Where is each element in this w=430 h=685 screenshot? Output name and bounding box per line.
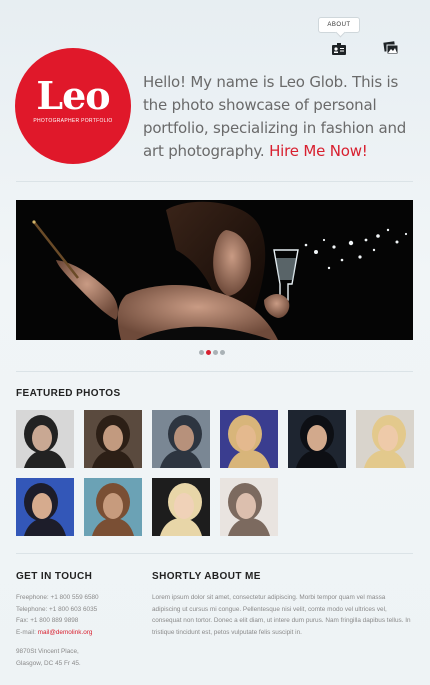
top-nav: ABOUT	[318, 17, 418, 59]
hero-slider[interactable]	[16, 200, 413, 340]
thumb-1-image	[16, 410, 74, 468]
thumb-10[interactable]	[220, 478, 278, 536]
thumb-1[interactable]	[16, 410, 74, 468]
about-text: Lorem ipsum dolor sit amet, consectetur …	[152, 594, 411, 636]
email-link[interactable]: mail@demolink.org	[38, 629, 93, 636]
thumb-5[interactable]	[288, 410, 346, 468]
address-line-2: Glasgow, DC 45 Fr 45.	[16, 659, 81, 667]
id-card-icon[interactable]	[331, 41, 347, 55]
thumb-8[interactable]	[84, 478, 142, 536]
slider-dot[interactable]	[199, 350, 204, 355]
thumb-3-image	[152, 410, 210, 468]
slider-dot[interactable]	[213, 350, 218, 355]
email-label: E-mail:	[16, 628, 38, 636]
divider	[16, 371, 413, 372]
photos-icon[interactable]	[383, 40, 399, 55]
thumb-9-image	[152, 478, 210, 536]
contact-title: GET IN TOUCH	[16, 571, 93, 582]
divider	[16, 181, 413, 182]
intro-text: Hello! My name is Leo Glob. This is the …	[143, 71, 415, 163]
thumb-2-image	[84, 410, 142, 468]
about-tab[interactable]: ABOUT	[318, 17, 360, 33]
divider	[16, 553, 413, 554]
slider-dots	[199, 350, 227, 356]
thumb-5-image	[288, 410, 346, 468]
fax: Fax: +1 800 889 9898	[16, 617, 79, 624]
thumb-4-image	[220, 410, 278, 468]
hero-image	[16, 200, 413, 340]
contact-info: Freephone: +1 800 559 6580 Telephone: +1…	[16, 592, 141, 669]
featured-title: FEATURED PHOTOS	[16, 388, 121, 399]
freephone: Freephone: +1 800 559 6580	[16, 594, 99, 601]
logo-wordmark: Leo	[36, 73, 110, 118]
hire-me-link[interactable]: Hire Me Now!	[269, 142, 368, 160]
slider-dot[interactable]	[220, 350, 225, 355]
thumb-7-image	[16, 478, 74, 536]
logo-subtitle: PHOTOGRAPHER PORTFOLIO	[33, 118, 113, 124]
thumb-2[interactable]	[84, 410, 142, 468]
thumb-4[interactable]	[220, 410, 278, 468]
thumb-9[interactable]	[152, 478, 210, 536]
logo[interactable]: Leo PHOTOGRAPHER PORTFOLIO	[15, 48, 131, 164]
about-title: SHORTLY ABOUT ME	[152, 571, 261, 582]
email-row: E-mail: mail@demolink.org	[16, 627, 141, 639]
thumb-3[interactable]	[152, 410, 210, 468]
telephone: Telephone: +1 800 603 6035	[16, 605, 98, 613]
thumb-6[interactable]	[356, 410, 414, 468]
thumb-8-image	[84, 478, 142, 536]
thumb-10-image	[220, 478, 278, 536]
thumb-6-image	[356, 410, 414, 468]
thumb-7[interactable]	[16, 478, 74, 536]
address-line-1: 9870St Vincent Place,	[16, 648, 79, 655]
slider-dot[interactable]	[206, 350, 211, 355]
